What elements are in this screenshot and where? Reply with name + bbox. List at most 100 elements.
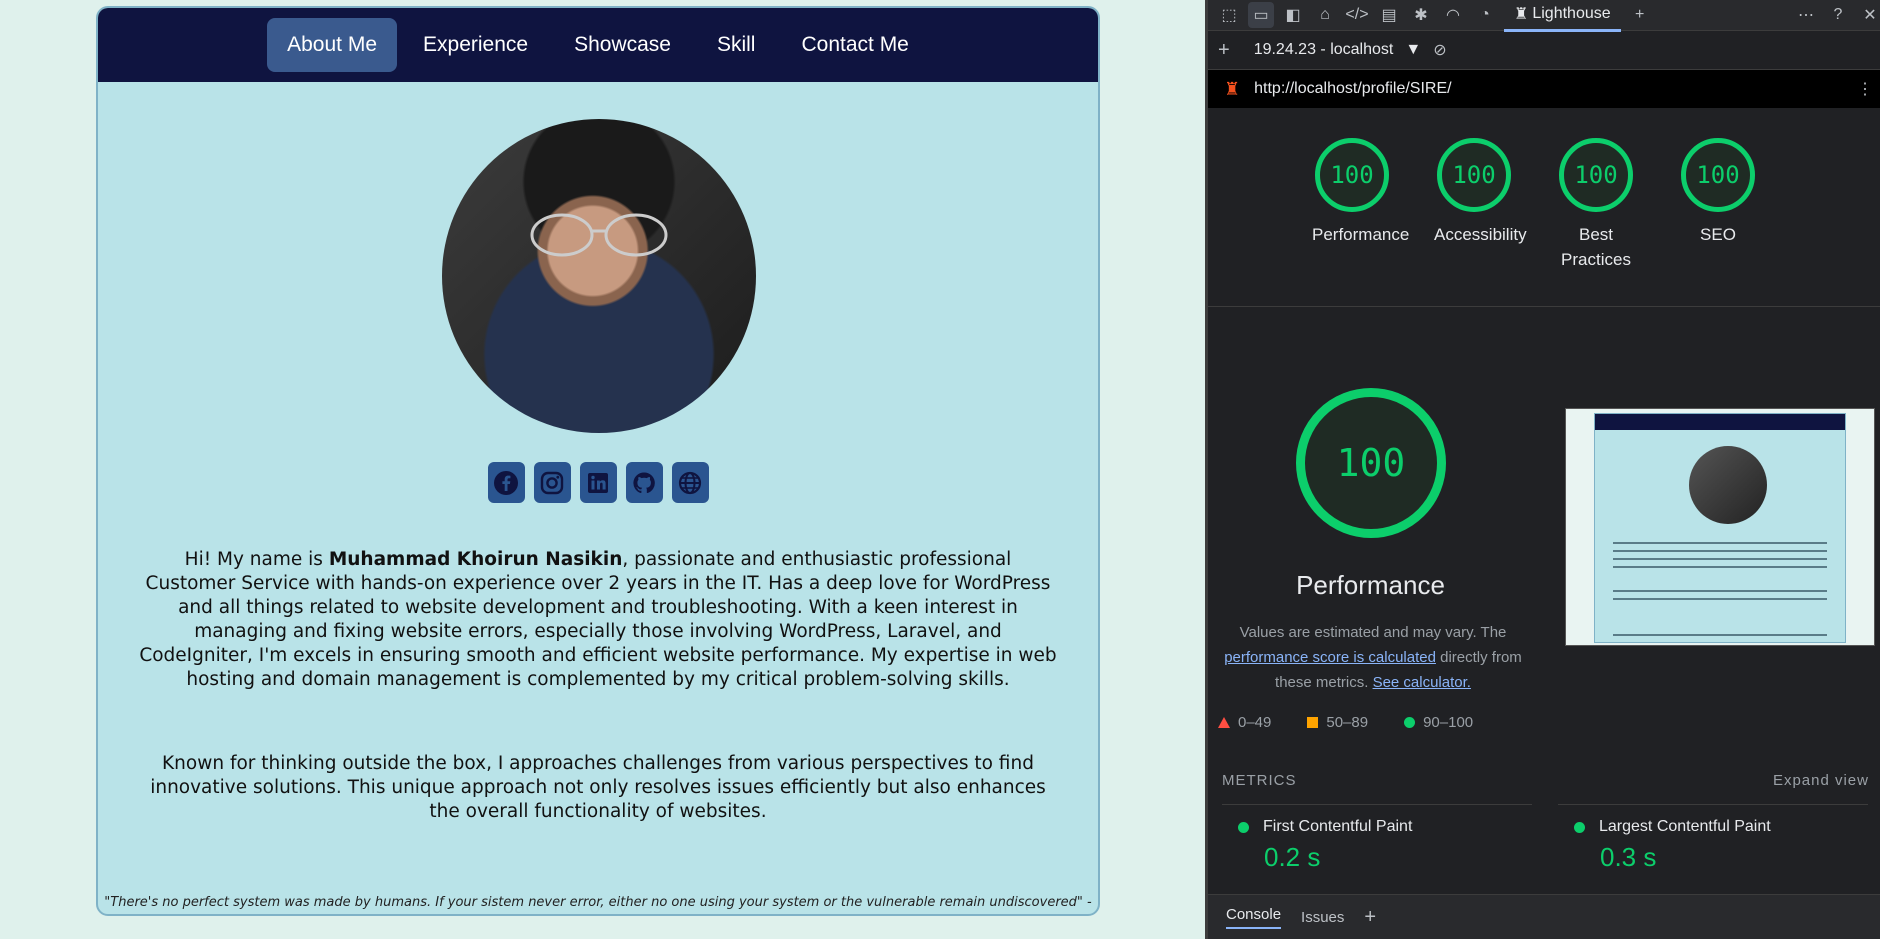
legend-fail: 0–49 — [1218, 714, 1271, 731]
metric-divider — [1222, 804, 1532, 805]
nav-experience[interactable]: Experience — [403, 18, 548, 72]
console-icon[interactable]: ▤ — [1376, 2, 1402, 28]
lighthouse-report: 100 Performance 100 Accessibility 100 Be… — [1208, 114, 1880, 895]
page-screenshot-thumbnail[interactable] — [1565, 408, 1875, 646]
gauge-label: Best Practices — [1561, 225, 1631, 269]
legend-label: 50–89 — [1326, 714, 1369, 731]
add-drawer-tab-icon[interactable]: + — [1364, 906, 1376, 929]
thumbnail-text-line — [1613, 558, 1827, 560]
social-links — [98, 462, 1098, 503]
help-icon[interactable]: ? — [1825, 2, 1851, 28]
metrics-header: METRICS Expand view — [1222, 772, 1869, 789]
facebook-icon[interactable] — [487, 462, 525, 503]
devtools-drawer: Console Issues + — [1208, 894, 1880, 939]
gauge-seo[interactable]: 100 SEO — [1678, 138, 1758, 272]
metric-fcp-value: 0.2 s — [1264, 842, 1321, 872]
about-text: Hi! My name is Muhammad Khoirun Nasikin,… — [138, 548, 1058, 884]
thumbnail-card — [1594, 413, 1846, 643]
lighthouse-logo-icon: ♜ — [1224, 78, 1241, 99]
pass-dot-icon — [1238, 821, 1249, 833]
network-icon[interactable]: ◠ — [1440, 2, 1466, 28]
metric-divider — [1558, 804, 1868, 805]
pass-dot-icon — [1574, 821, 1585, 833]
score-calculated-link[interactable]: performance score is calculated — [1224, 649, 1436, 666]
thumbnail-avatar — [1689, 446, 1767, 524]
tab-lighthouse[interactable]: ♜ Lighthouse — [1504, 0, 1621, 32]
github-icon[interactable] — [625, 462, 663, 503]
score-gauges: 100 Performance 100 Accessibility 100 Be… — [1312, 138, 1758, 272]
report-menu-icon[interactable]: ⋮ — [1857, 79, 1880, 99]
metric-lcp-value: 0.3 s — [1600, 842, 1657, 872]
legend-average: 50–89 — [1307, 714, 1368, 731]
globe-icon[interactable] — [671, 462, 709, 503]
thumbnail-text-line — [1613, 566, 1827, 568]
new-report-icon[interactable]: + — [1218, 39, 1230, 62]
metric-name: First Contentful Paint — [1263, 818, 1413, 835]
intro-prefix: Hi! My name is — [184, 549, 329, 570]
score-ring: 100 — [1315, 138, 1389, 212]
glasses-shape — [530, 213, 668, 257]
thumbnail-navbar — [1595, 414, 1845, 430]
metric-fcp: First Contentful Paint — [1238, 818, 1412, 836]
linkedin-icon[interactable] — [579, 462, 617, 503]
triangle-icon — [1218, 717, 1230, 728]
home-icon[interactable]: ⌂ — [1312, 2, 1338, 28]
session-dropdown-icon[interactable]: ▼ — [1405, 41, 1421, 59]
legend-label: 0–49 — [1238, 714, 1272, 731]
performance-score-ring: 100 — [1296, 388, 1446, 538]
expand-view-toggle[interactable]: Expand view — [1773, 772, 1869, 789]
thumbnail-text-line — [1613, 634, 1827, 636]
legend-pass: 90–100 — [1404, 714, 1473, 731]
device-toggle-icon[interactable]: ▭ — [1248, 2, 1274, 28]
devtools-panel: ⬚ ▭ ◧ ⌂ </> ▤ ✱ ◠ ◔ ♜ Lighthouse + ⋯ ? ✕ … — [1205, 0, 1880, 939]
more-icon[interactable]: ⋯ — [1793, 2, 1819, 28]
lighthouse-icon: ♜ — [1514, 5, 1529, 23]
performance-icon[interactable]: ◔ — [1472, 2, 1498, 28]
performance-title: Performance — [1296, 570, 1445, 600]
thumbnail-text-line — [1613, 598, 1827, 600]
nav-about-me[interactable]: About Me — [267, 18, 398, 72]
drawer-tab-console[interactable]: Console — [1226, 906, 1282, 929]
add-tab-icon[interactable]: + — [1627, 2, 1653, 28]
person-name: Muhammad Khoirun Nasikin — [328, 549, 623, 570]
gauge-performance[interactable]: 100 Performance — [1312, 138, 1410, 272]
elements-icon[interactable]: </> — [1344, 2, 1370, 28]
score-legend: 0–49 50–89 90–100 — [1208, 714, 1473, 731]
gauge-best-practices[interactable]: 100 Best Practices — [1556, 138, 1636, 272]
bug-icon[interactable]: ✱ — [1408, 2, 1434, 28]
see-calculator-link[interactable]: See calculator. — [1373, 674, 1471, 691]
gauge-accessibility[interactable]: 100 Accessibility — [1434, 138, 1527, 272]
intro-rest: , passionate and enthusiastic profession… — [139, 549, 1057, 690]
report-url-bar: ♜ http://localhost/profile/SIRE/ ⋮ — [1208, 70, 1880, 108]
nav-skill[interactable]: Skill — [697, 18, 776, 72]
intro-paragraph: Hi! My name is Muhammad Khoirun Nasikin,… — [138, 548, 1058, 692]
drawer-tab-issues[interactable]: Issues — [1301, 909, 1344, 926]
inspect-icon[interactable]: ⬚ — [1216, 2, 1242, 28]
webpage-viewport: About Me Experience Showcase Skill Conta… — [0, 0, 1205, 939]
score-ring: 100 — [1437, 138, 1511, 212]
metric-name: Largest Contentful Paint — [1599, 818, 1771, 835]
nav-contact-me[interactable]: Contact Me — [781, 18, 928, 72]
section-divider — [1208, 306, 1880, 307]
clear-icon[interactable]: ⊘ — [1433, 40, 1446, 60]
score-ring: 100 — [1559, 138, 1633, 212]
profile-photo — [442, 119, 756, 433]
report-url: http://localhost/profile/SIRE/ — [1254, 80, 1452, 97]
instagram-icon[interactable] — [533, 462, 571, 503]
thumbnail-text-line — [1613, 550, 1827, 552]
thumbnail-text-line — [1613, 542, 1827, 544]
thumbnail-text-line — [1613, 590, 1827, 592]
sidebar-icon[interactable]: ◧ — [1280, 2, 1306, 28]
desc-text-1: Values are estimated and may vary. The — [1239, 624, 1507, 641]
nav-showcase[interactable]: Showcase — [554, 18, 691, 72]
legend-label: 90–100 — [1423, 714, 1474, 731]
gauge-label: SEO — [1700, 225, 1736, 244]
navbar: About Me Experience Showcase Skill Conta… — [98, 8, 1098, 82]
second-paragraph: Known for thinking outside the box, I ap… — [150, 753, 1046, 822]
footer-quote: "There's no perfect system was made by h… — [104, 895, 1092, 910]
gauge-label: Performance — [1312, 225, 1410, 244]
lighthouse-tab-label: Lighthouse — [1532, 4, 1611, 22]
score-ring: 100 — [1681, 138, 1755, 212]
square-icon — [1307, 717, 1319, 728]
close-icon[interactable]: ✕ — [1857, 2, 1880, 28]
